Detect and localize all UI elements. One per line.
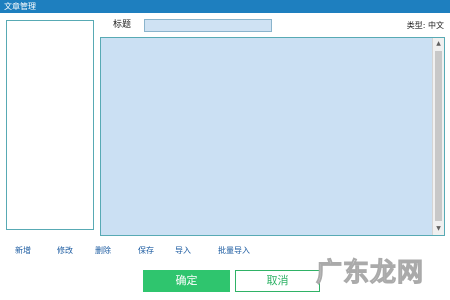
type-value: 中文 [428,21,444,30]
content-textarea[interactable] [101,38,432,235]
type-row: 类型: 中文 [407,19,444,32]
title-input[interactable] [144,19,272,32]
scroll-down-icon[interactable]: ▼ [433,223,444,235]
batch-import-link[interactable]: 批量导入 [218,245,250,257]
confirm-button[interactable]: 确定 [143,270,230,292]
article-list[interactable] [6,20,94,230]
import-link[interactable]: 导入 [175,245,191,257]
edit-link[interactable]: 修改 [57,245,73,257]
vertical-scrollbar[interactable]: ▲ ▼ [432,38,444,235]
scroll-up-icon[interactable]: ▲ [433,38,444,50]
watermark-text: 广东龙网 [315,258,425,289]
content-editor[interactable]: ▲ ▼ [100,37,445,236]
window-titlebar: 文章管理 [0,0,450,13]
scroll-thumb[interactable] [435,51,442,221]
delete-link[interactable]: 删除 [95,245,111,257]
title-label: 标题 [113,20,132,30]
window-title: 文章管理 [4,2,36,11]
save-link[interactable]: 保存 [138,245,154,257]
cancel-button[interactable]: 取消 [235,270,320,292]
add-link[interactable]: 新增 [15,245,31,257]
type-label: 类型: [406,21,426,30]
